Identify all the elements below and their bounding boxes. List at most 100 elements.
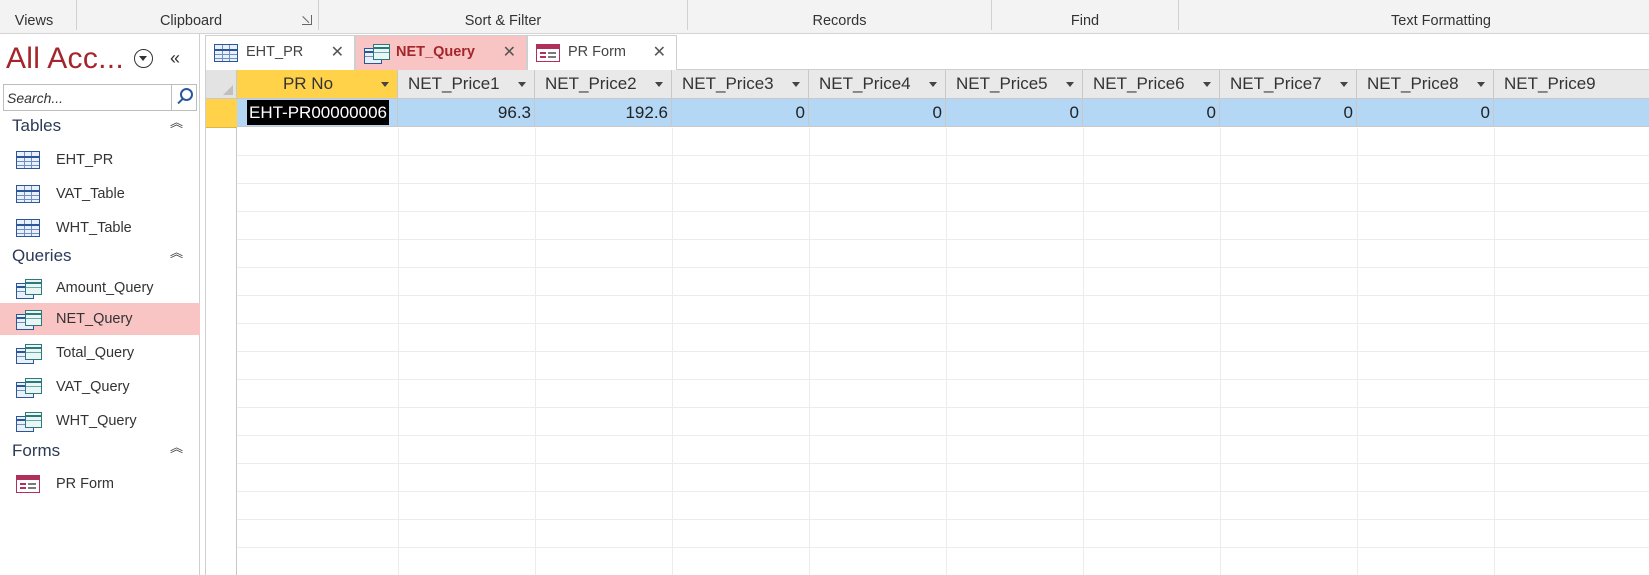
- cell-net-price4[interactable]: 0: [809, 99, 946, 127]
- record-selector[interactable]: [206, 99, 237, 128]
- column-header-net-price9[interactable]: NET_Price9: [1494, 70, 1649, 99]
- column-header-label: NET_Price5: [956, 74, 1048, 93]
- ribbon-group-find[interactable]: Find: [992, 0, 1178, 33]
- sort-dropdown-icon[interactable]: [929, 82, 937, 87]
- record-selector-column: [206, 99, 237, 575]
- column-header-net-price8[interactable]: NET_Price8: [1357, 70, 1494, 99]
- nav-item-net-query[interactable]: NET_Query: [0, 303, 200, 335]
- nav-item-label: WHT_Table: [56, 220, 132, 236]
- gridline: [946, 128, 947, 575]
- collapse-up-icon[interactable]: ︽: [170, 116, 183, 129]
- nav-item-label: EHT_PR: [56, 152, 114, 168]
- close-icon[interactable]: ✕: [503, 42, 516, 62]
- cell-net-price7[interactable]: 0: [1220, 99, 1357, 127]
- cell-net-price6[interactable]: 0: [1083, 99, 1220, 127]
- collapse-up-icon[interactable]: ︽: [170, 441, 183, 454]
- sort-dropdown-icon[interactable]: [1203, 82, 1211, 87]
- ribbon-group-views[interactable]: Views: [0, 0, 68, 33]
- nav-item-pr-form[interactable]: PR Form: [0, 468, 200, 500]
- shutter-bar-collapse-icon[interactable]: «: [170, 48, 180, 68]
- nav-section-tables[interactable]: Tables ︽: [0, 114, 200, 142]
- nav-item-wht-table[interactable]: WHT_Table: [0, 212, 200, 244]
- tab-net-query[interactable]: NET_Query ✕: [355, 35, 527, 70]
- navigation-pane: All Acc... « Tables ︽ EHT_PR VAT_Table W…: [0, 34, 200, 575]
- cell-net-price2[interactable]: 192.6: [535, 99, 672, 127]
- close-icon[interactable]: ✕: [653, 42, 666, 62]
- nav-item-vat-query[interactable]: VAT_Query: [0, 371, 200, 403]
- sort-dropdown-icon[interactable]: [792, 82, 800, 87]
- gridline: [1220, 128, 1221, 575]
- tab-pr-form[interactable]: PR Form ✕: [527, 35, 677, 70]
- nav-item-total-query[interactable]: Total_Query: [0, 337, 200, 369]
- table-icon: [214, 44, 238, 62]
- nav-item-vat-table[interactable]: VAT_Table: [0, 178, 200, 210]
- sort-dropdown-icon[interactable]: [381, 82, 389, 87]
- cell-net-price5[interactable]: 0: [946, 99, 1083, 127]
- collapse-up-icon[interactable]: ︽: [170, 246, 183, 259]
- gridline: [237, 267, 1649, 268]
- nav-item-eht-pr[interactable]: EHT_PR: [0, 144, 200, 176]
- column-header-label: NET_Price8: [1367, 74, 1459, 93]
- close-icon[interactable]: ✕: [331, 42, 344, 62]
- cell-value: EHT-PR00000006: [247, 100, 389, 125]
- gridline: [237, 323, 1649, 324]
- column-header-pr-no[interactable]: PR No: [237, 70, 398, 99]
- document-tabs: EHT_PR ✕ NET_Query ✕ PR Form ✕: [205, 34, 1649, 70]
- nav-item-wht-query[interactable]: WHT_Query: [0, 405, 200, 437]
- ribbon-group-sort-filter[interactable]: Sort & Filter: [319, 0, 687, 33]
- tab-label: NET_Query: [396, 44, 475, 60]
- sort-dropdown-icon[interactable]: [1477, 82, 1485, 87]
- nav-section-forms[interactable]: Forms ︽: [0, 439, 200, 467]
- nav-section-queries[interactable]: Queries ︽: [0, 244, 200, 272]
- cell-net-price9[interactable]: [1494, 99, 1649, 127]
- cell-pr-no[interactable]: EHT-PR00000006: [237, 99, 398, 127]
- ribbon-group-clipboard[interactable]: Clipboard: [77, 0, 305, 33]
- search-icon[interactable]: [171, 85, 196, 110]
- cell-net-price8[interactable]: 0: [1357, 99, 1494, 127]
- dialog-launcher-icon[interactable]: [302, 15, 312, 25]
- nav-search-box: [3, 84, 197, 111]
- column-header-net-price2[interactable]: NET_Price2: [535, 70, 672, 99]
- sort-dropdown-icon[interactable]: [655, 82, 663, 87]
- ribbon-group-records[interactable]: Records: [688, 0, 991, 33]
- tab-eht-pr[interactable]: EHT_PR ✕: [205, 35, 355, 70]
- nav-item-label: WHT_Query: [56, 413, 137, 429]
- cell-net-price3[interactable]: 0: [672, 99, 809, 127]
- column-header-net-price6[interactable]: NET_Price6: [1083, 70, 1220, 99]
- column-header-net-price5[interactable]: NET_Price5: [946, 70, 1083, 99]
- nav-item-label: PR Form: [56, 476, 114, 492]
- column-header-net-price3[interactable]: NET_Price3: [672, 70, 809, 99]
- gridline: [237, 547, 1649, 548]
- column-header-net-price1[interactable]: NET_Price1: [398, 70, 535, 99]
- nav-pane-menu-icon[interactable]: [134, 49, 153, 68]
- select-all-corner[interactable]: [206, 70, 237, 99]
- cell-net-price1[interactable]: 96.3: [398, 99, 535, 127]
- nav-item-amount-query[interactable]: Amount_Query: [0, 272, 200, 304]
- nav-search-input[interactable]: [4, 85, 172, 110]
- tab-label: PR Form: [568, 44, 626, 60]
- gridline: [237, 183, 1649, 184]
- sort-dropdown-icon[interactable]: [518, 82, 526, 87]
- form-icon: [16, 475, 40, 493]
- form-icon: [536, 44, 560, 62]
- nav-item-label: Total_Query: [56, 345, 135, 361]
- sort-dropdown-icon[interactable]: [1066, 82, 1074, 87]
- gridline: [237, 239, 1649, 240]
- ribbon: Views Clipboard Sort & Filter Records Fi…: [0, 0, 1649, 34]
- datasheet: PR No NET_Price1 NET_Price2 NET_Price3 N…: [205, 70, 1649, 575]
- column-header-label: NET_Price3: [682, 74, 774, 93]
- ribbon-group-text-formatting[interactable]: Text Formatting: [1179, 0, 1649, 33]
- column-header-label: NET_Price7: [1230, 74, 1322, 93]
- gridline: [535, 128, 536, 575]
- column-header-label: NET_Price6: [1093, 74, 1185, 93]
- column-header-label: PR No: [282, 74, 334, 93]
- gridline: [1494, 128, 1495, 575]
- table-icon: [16, 185, 40, 203]
- section-label: Forms: [12, 441, 61, 460]
- nav-pane-title[interactable]: All Acc...: [6, 40, 124, 78]
- column-header-net-price4[interactable]: NET_Price4: [809, 70, 946, 99]
- query-icon: [364, 44, 390, 64]
- gridline: [237, 295, 1649, 296]
- column-header-net-price7[interactable]: NET_Price7: [1220, 70, 1357, 99]
- sort-dropdown-icon[interactable]: [1340, 82, 1348, 87]
